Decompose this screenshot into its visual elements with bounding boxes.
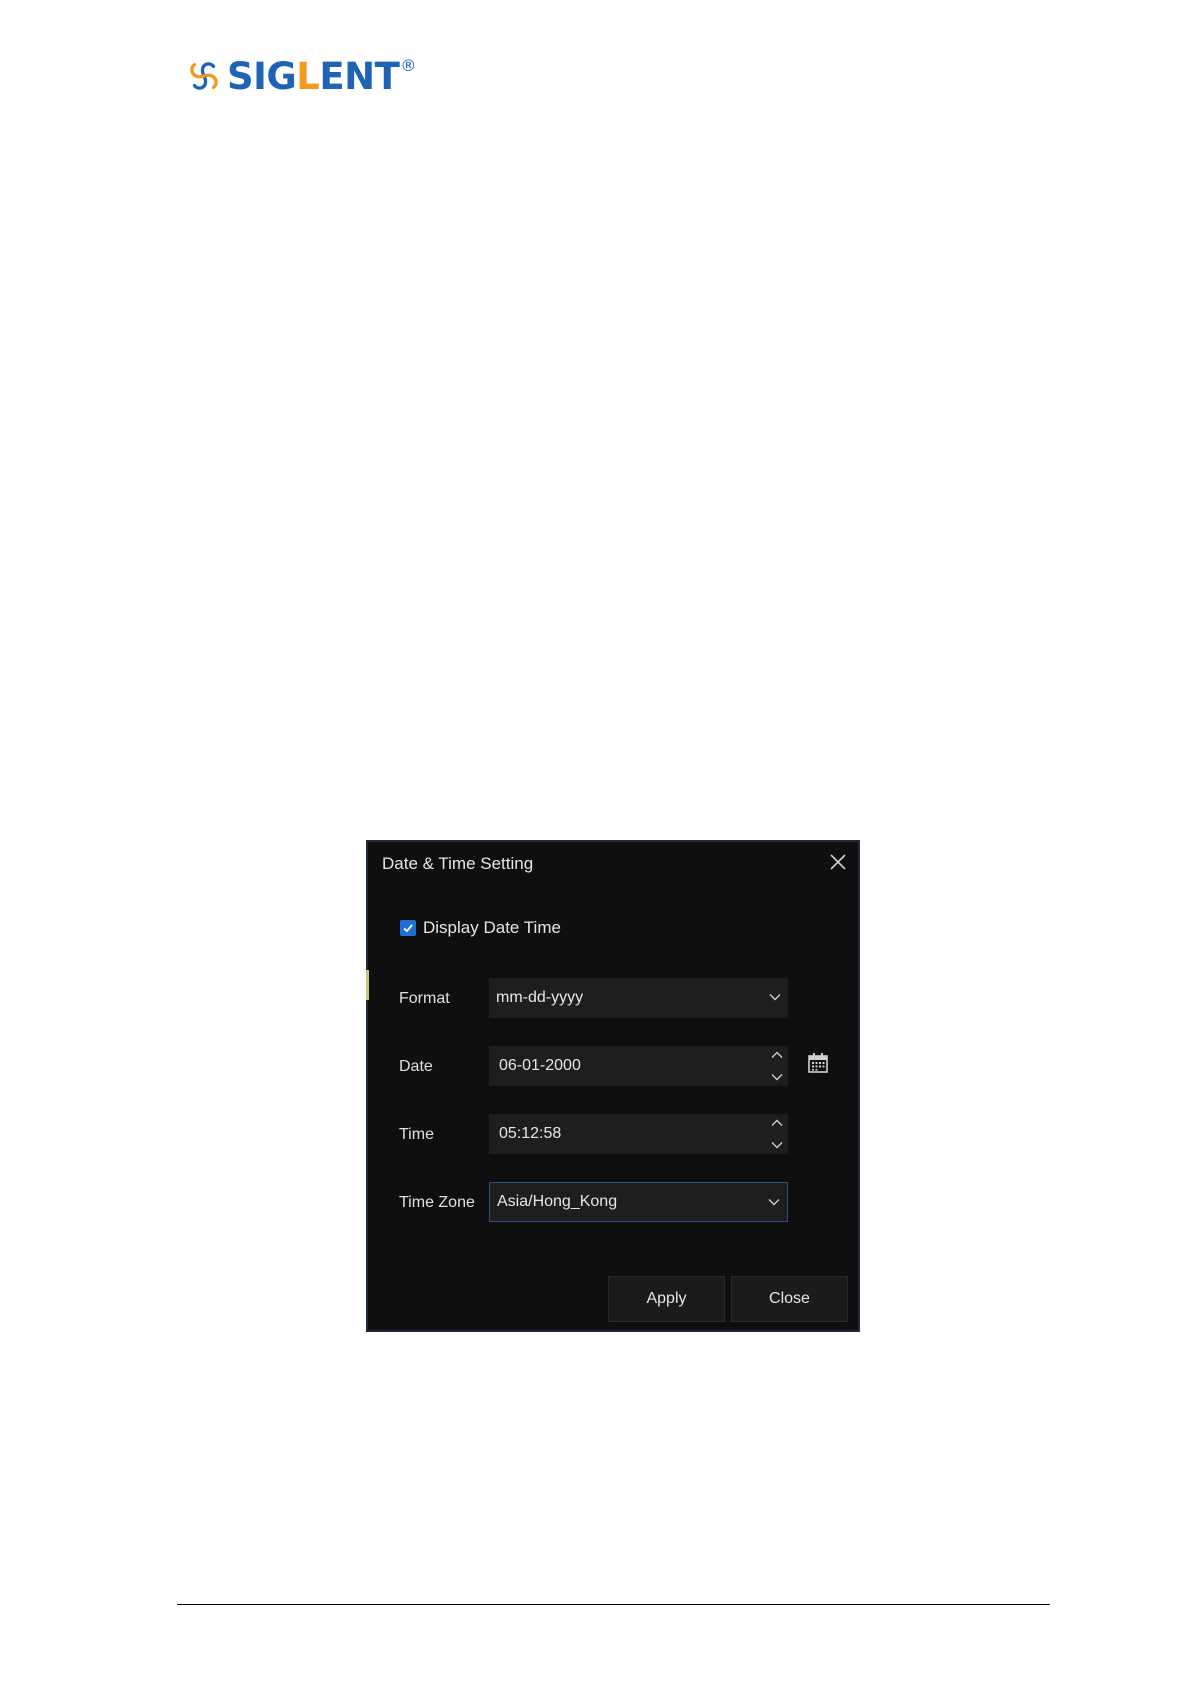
close-icon[interactable] <box>828 852 848 872</box>
footer-rule <box>177 1604 1050 1605</box>
chevron-down-icon[interactable] <box>770 1138 784 1152</box>
date-label: Date <box>399 1058 433 1075</box>
checkmark-icon <box>403 924 413 933</box>
registered-mark: ® <box>400 56 417 75</box>
format-select[interactable]: mm-dd-yyyy <box>489 978 788 1018</box>
chevron-down-icon[interactable] <box>770 1070 784 1084</box>
chevron-down-icon <box>768 1199 780 1206</box>
logo-wordmark: SIGLENT <box>227 54 400 98</box>
chevron-up-icon[interactable] <box>770 1048 784 1062</box>
calendar-icon[interactable] <box>807 1052 829 1074</box>
date-spin-buttons <box>770 1048 784 1084</box>
apply-button[interactable]: Apply <box>608 1276 725 1322</box>
display-date-time-label: Display Date Time <box>423 918 561 937</box>
date-spinbox[interactable]: 06-01-2000 <box>489 1046 788 1086</box>
dialog-title: Date & Time Setting <box>382 854 534 873</box>
left-edge-accent <box>366 970 369 1000</box>
time-spinbox[interactable]: 05:12:58 <box>489 1114 788 1154</box>
chevron-down-icon <box>769 994 781 1001</box>
siglent-logo: SIGLENT ® <box>185 52 416 100</box>
display-date-time-checkbox-row[interactable]: Display Date Time <box>400 918 561 938</box>
chevron-up-icon[interactable] <box>770 1116 784 1130</box>
time-zone-value: Asia/Hong_Kong <box>497 1193 618 1210</box>
time-zone-label: Time Zone <box>399 1194 475 1211</box>
time-spin-buttons <box>770 1116 784 1152</box>
date-time-setting-dialog: Date & Time Setting Display Date Time Fo… <box>366 840 860 1332</box>
siglent-logo-icon <box>190 62 218 90</box>
format-value: mm-dd-yyyy <box>496 989 584 1006</box>
date-value: 06-01-2000 <box>499 1057 581 1074</box>
display-date-time-checkbox[interactable] <box>400 920 416 936</box>
close-button[interactable]: Close <box>731 1276 848 1322</box>
format-label: Format <box>399 990 450 1007</box>
time-zone-select[interactable]: Asia/Hong_Kong <box>489 1182 788 1222</box>
time-label: Time <box>399 1126 434 1143</box>
time-value: 05:12:58 <box>499 1125 562 1142</box>
